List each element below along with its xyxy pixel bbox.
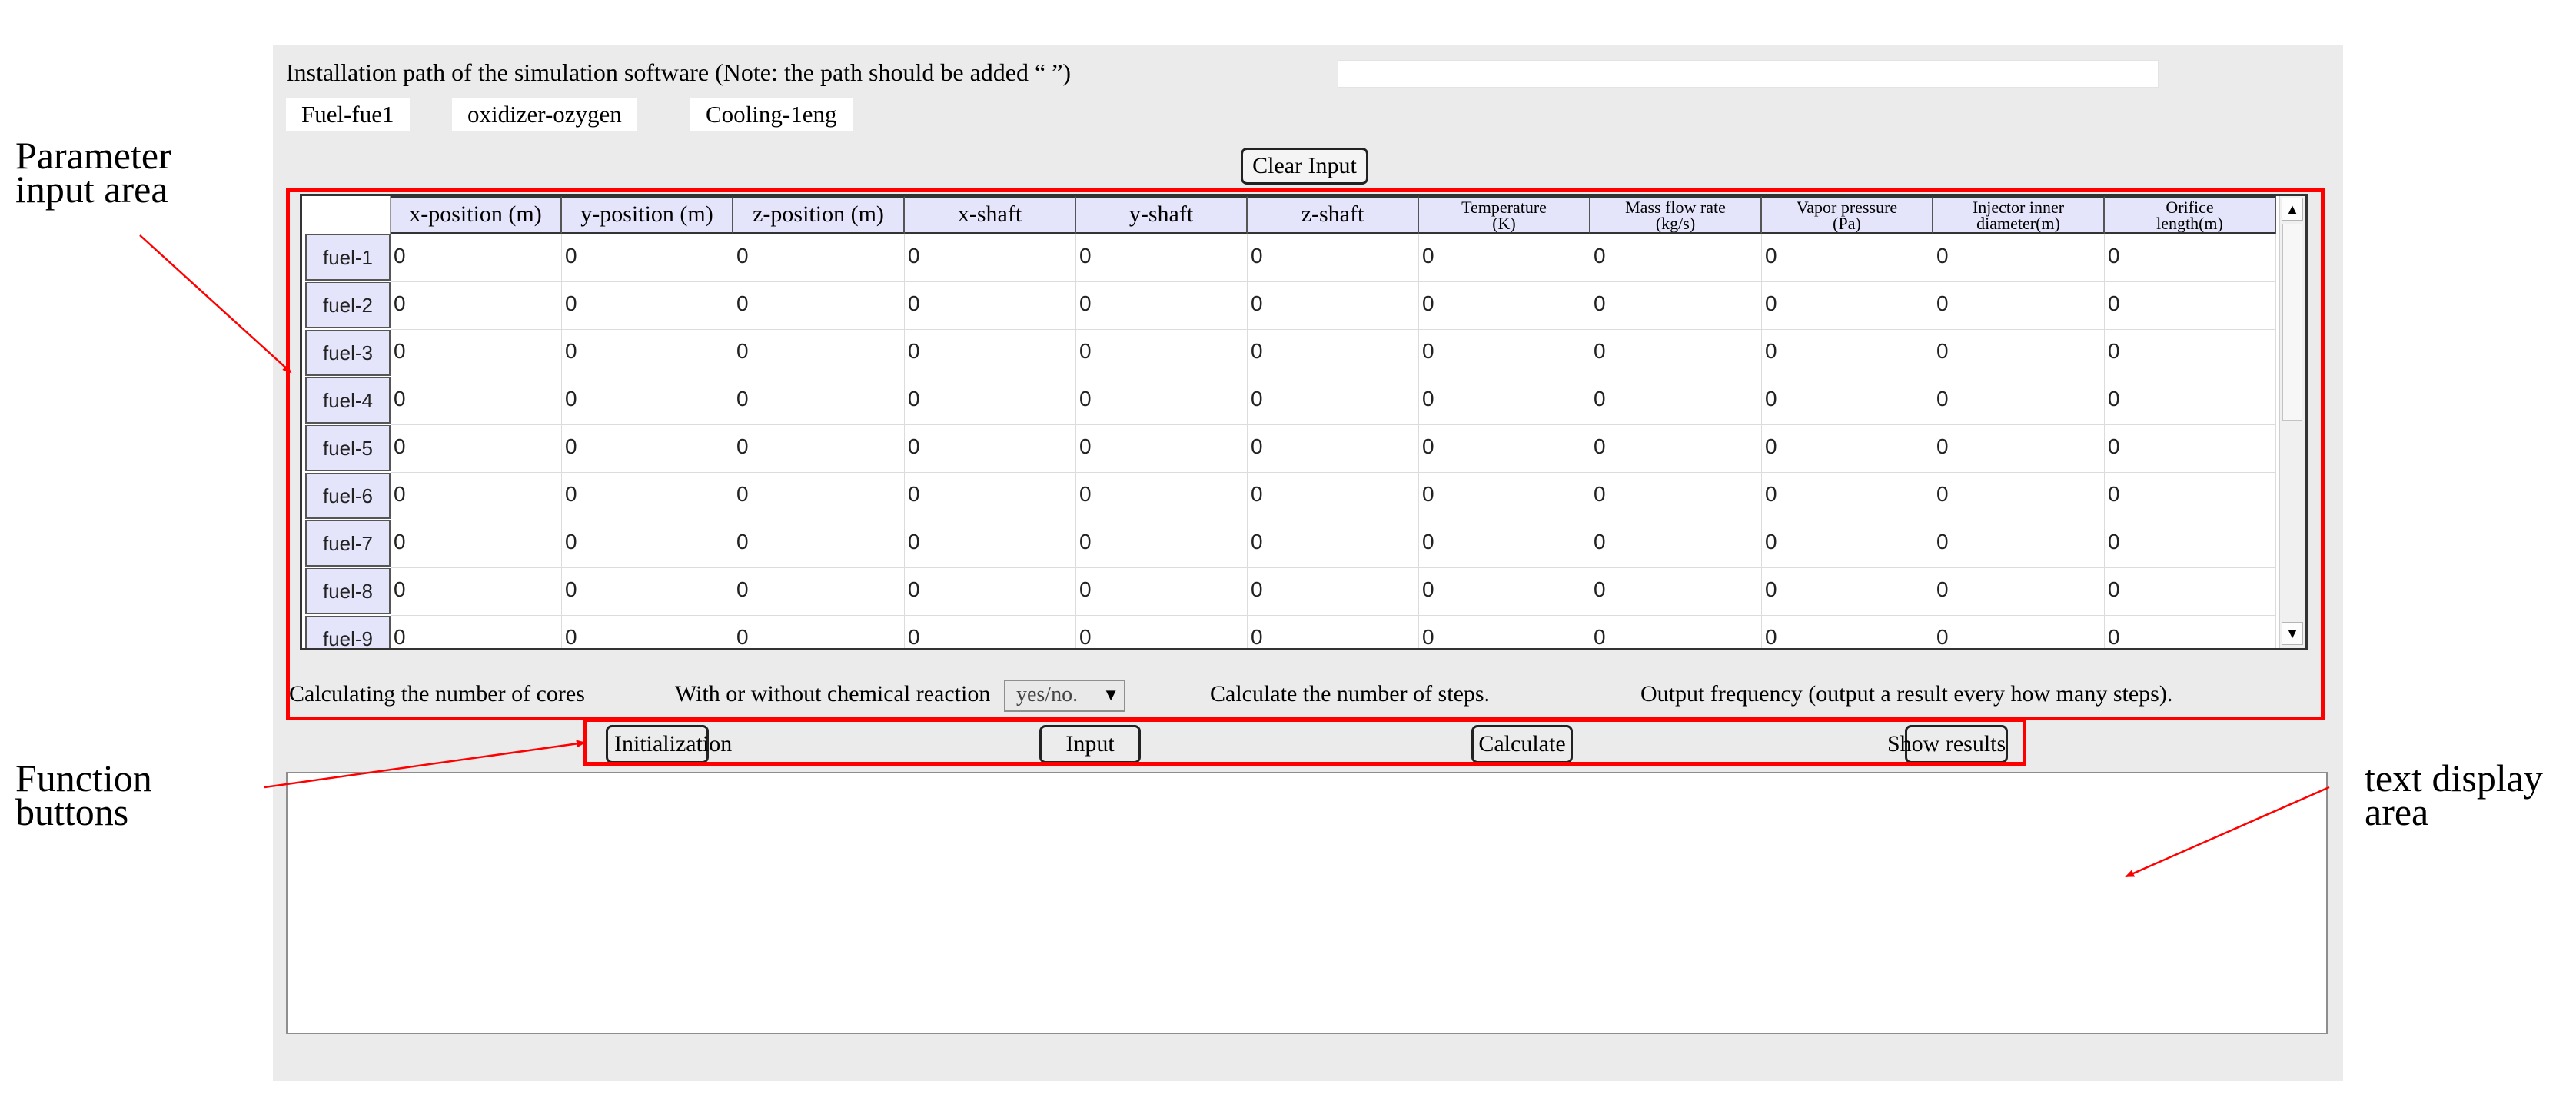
text-display-area[interactable]	[286, 772, 2328, 1034]
annotation-line: input area	[15, 168, 168, 211]
tab-fuel[interactable]: Fuel-fue1	[286, 98, 410, 131]
install-path-label: Installation path of the simulation soft…	[286, 58, 1072, 86]
annotation-parameter-input-area: Parameter input area	[15, 136, 171, 211]
tab-cooling[interactable]: Cooling-1eng	[690, 98, 853, 131]
annotation-text-display-area: text display area	[2365, 759, 2543, 833]
highlight-parameter-input-area	[286, 188, 2325, 720]
highlight-function-buttons	[583, 718, 2026, 766]
annotation-line: buttons	[15, 790, 129, 833]
install-path-input[interactable]	[1338, 60, 2159, 88]
annotation-function-buttons: Function buttons	[15, 759, 152, 833]
clear-input-button[interactable]: Clear Input	[1241, 148, 1368, 185]
annotation-line: area	[2365, 790, 2429, 833]
arrow-to-parameter-area	[139, 234, 292, 374]
tab-oxidizer[interactable]: oxidizer-ozygen	[452, 98, 637, 131]
